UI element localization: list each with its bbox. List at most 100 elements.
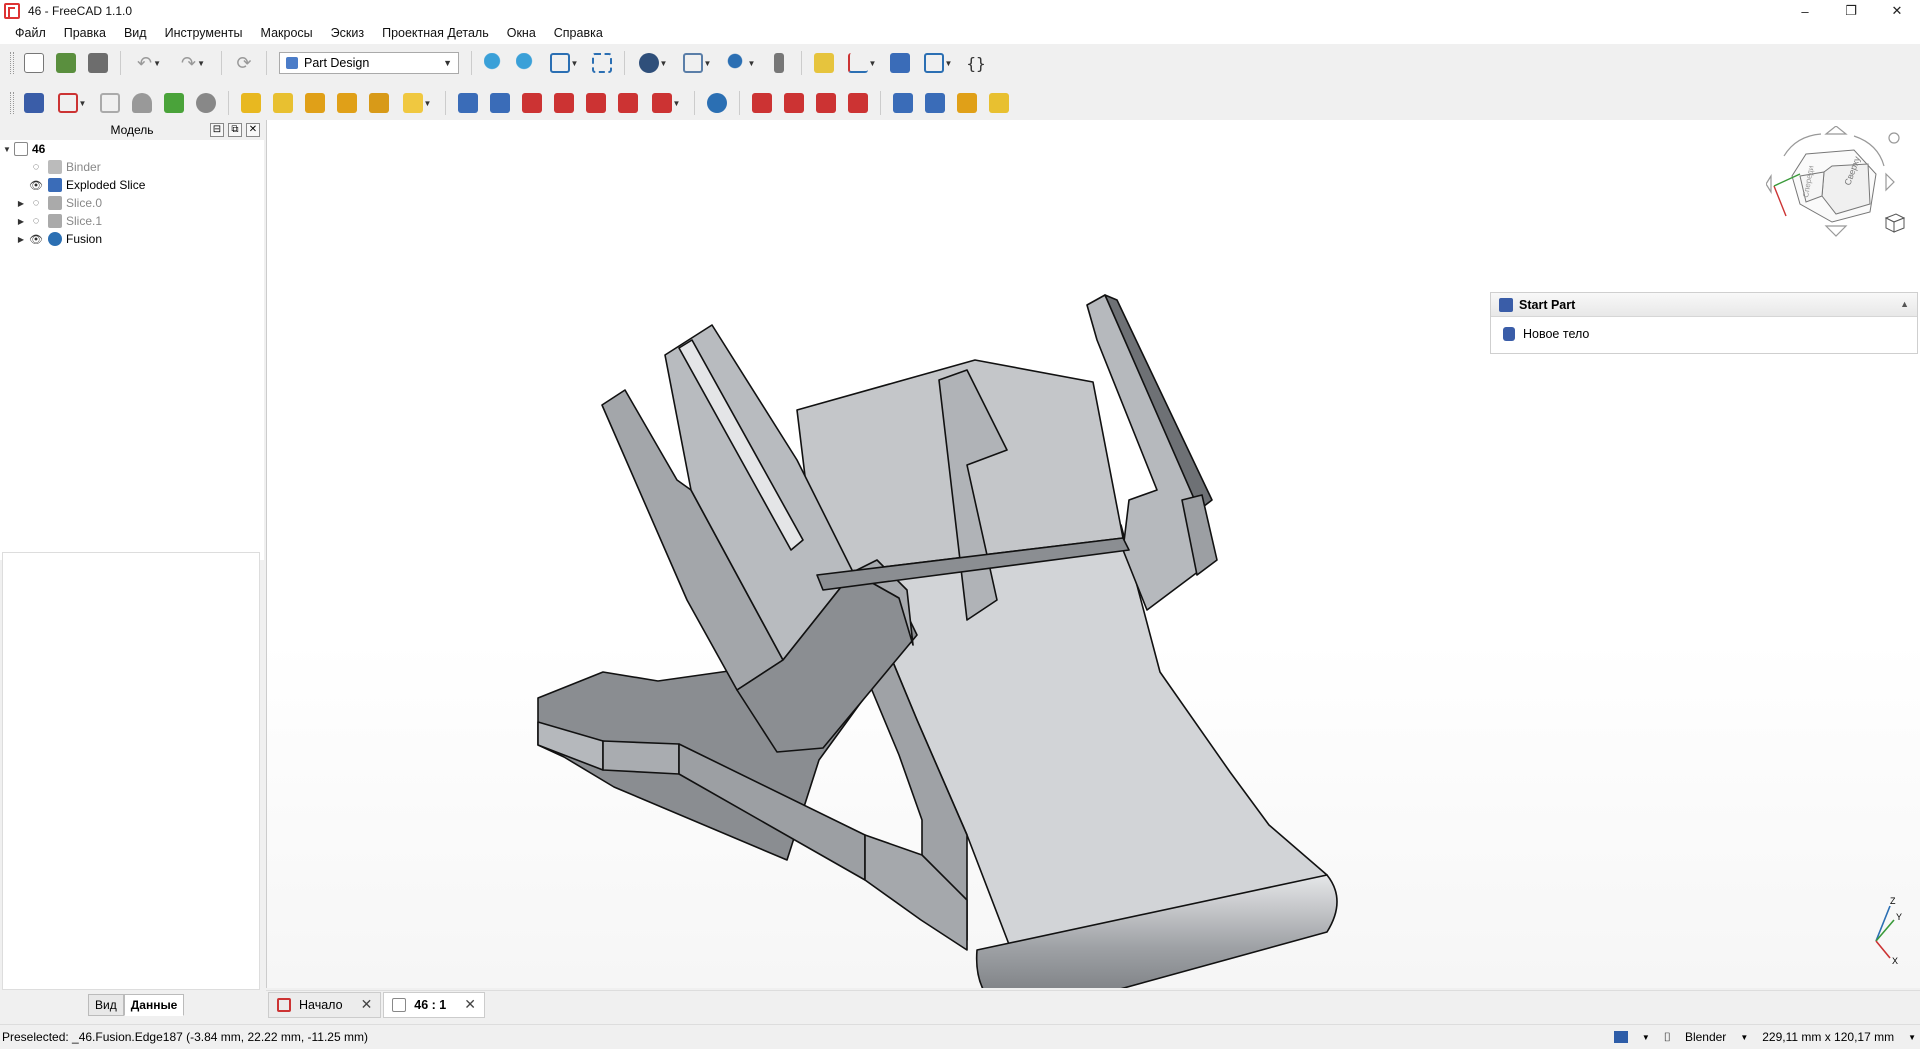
shape-binder-button[interactable] [160,89,188,117]
subtractive-pipe-button[interactable] [582,89,610,117]
navigation-cube[interactable]: Сверху Спереди [1766,126,1906,266]
linear-pattern-button[interactable] [921,89,949,117]
tree-item-slice-1[interactable]: ▶ ◌ Slice.1 [0,212,264,230]
navigation-style[interactable]: Blender [1685,1030,1726,1044]
revolution-button[interactable] [269,89,297,117]
restore-button[interactable]: ❐ [1828,0,1874,22]
link-button[interactable]: ▼ [918,49,958,77]
close-button[interactable]: ✕ [1874,0,1920,22]
tree-item-binder[interactable]: ◌ Binder [0,158,264,176]
menu-macros[interactable]: Макросы [252,22,322,44]
draft-button[interactable] [812,89,840,117]
fit-selection-button[interactable] [512,49,540,77]
hidden-eye-icon[interactable]: ◌ [28,161,44,173]
view-mode-icon[interactable] [1613,1031,1628,1043]
tree-item-document[interactable]: ▼ 46 [0,140,264,158]
menu-part-design[interactable]: Проектная Деталь [373,22,498,44]
tree-item-slice-0[interactable]: ▶ ◌ Slice.0 [0,194,264,212]
menu-sketch[interactable]: Эскиз [322,22,373,44]
thickness-button[interactable] [844,89,872,117]
expand-arrow-icon[interactable]: ▼ [0,145,14,154]
tab-label: 46 : 1 [414,997,447,1012]
expand-arrow-icon[interactable]: ▶ [14,199,28,208]
menu-windows[interactable]: Окна [498,22,545,44]
refresh-button[interactable]: ⟳ [230,49,258,77]
panel-close-button[interactable]: ✕ [246,123,260,137]
3d-viewport[interactable]: Сверху Спереди Z Y X [266,120,1920,988]
additive-primitive-button[interactable]: ▼ [397,89,437,117]
multi-transform-button[interactable] [985,89,1013,117]
menu-help[interactable]: Справка [545,22,612,44]
chevron-up-icon[interactable]: ▲ [1900,299,1909,309]
chevron-down-icon[interactable]: ▼ [1642,1033,1650,1042]
3d-model[interactable] [267,120,1920,988]
tab-start-page[interactable]: Начало ✕ [268,991,382,1018]
tree-item-exploded-slice[interactable]: 👁 Exploded Slice [0,176,264,194]
fillet-button[interactable] [748,89,776,117]
chevron-down-icon[interactable]: ▼ [1740,1033,1748,1042]
panel-collapse-button[interactable]: ⊟ [210,123,224,137]
create-part-button[interactable] [810,49,838,77]
redo-button[interactable]: ↷ ▼ [173,49,213,77]
expand-arrow-icon[interactable]: ▶ [14,235,28,244]
subtractive-helix-button[interactable] [614,89,642,117]
save-document-button[interactable] [84,49,112,77]
expand-arrow-icon[interactable]: ▶ [14,217,28,226]
menu-tools[interactable]: Инструменты [156,22,252,44]
additive-helix-button[interactable] [365,89,393,117]
groove-button[interactable] [518,89,546,117]
chevron-down-icon[interactable]: ▼ [1908,1033,1916,1042]
subshape-binder-button[interactable] [192,89,220,117]
standard-views-button[interactable]: ▼ [544,49,584,77]
tree-item-fusion[interactable]: ▶ 👁 Fusion [0,230,264,248]
menu-file[interactable]: Файл [6,22,55,44]
eye-icon[interactable]: 👁 [28,179,44,192]
status-bar: Preselected: _46.Fusion.Edge187 (-3.84 m… [0,1024,1920,1048]
task-panel-header[interactable]: Start Part ▲ [1491,293,1917,317]
mirrored-button[interactable] [889,89,917,117]
menu-view[interactable]: Вид [115,22,156,44]
pocket-button[interactable] [454,89,482,117]
polar-pattern-button[interactable] [953,89,981,117]
create-sketch-button[interactable]: ▼ [52,89,92,117]
create-body-button[interactable] [20,89,48,117]
clone-button[interactable] [128,89,156,117]
hidden-eye-icon[interactable]: ◌ [28,215,44,227]
bounding-box-button[interactable] [588,49,616,77]
hole-button[interactable] [486,89,514,117]
measure-button[interactable] [765,49,793,77]
chamfer-button[interactable] [780,89,808,117]
open-document-button[interactable] [52,49,80,77]
datum-button[interactable]: ▼ [842,49,882,77]
eye-icon[interactable]: 👁 [28,233,44,246]
toolbar-grip[interactable] [10,52,14,74]
pad-button[interactable] [237,89,265,117]
draw-style-button[interactable]: ▼ [633,49,673,77]
panel-float-button[interactable]: ⧉ [228,123,242,137]
subtractive-primitive-button[interactable]: ▼ [646,89,686,117]
additive-loft-button[interactable] [301,89,329,117]
undo-button[interactable]: ↶ ▼ [129,49,169,77]
close-icon[interactable]: ✕ [361,996,373,1013]
zoom-button[interactable]: ▼ [721,49,761,77]
new-document-button[interactable] [20,49,48,77]
view-cube-button[interactable]: ▼ [677,49,717,77]
tab-view[interactable]: Вид [88,994,124,1016]
boolean-button[interactable] [703,89,731,117]
subtractive-loft-button[interactable] [550,89,578,117]
validate-sketch-button[interactable] [96,89,124,117]
workbench-selector[interactable]: Part Design ▼ [279,52,459,74]
fit-all-button[interactable] [480,49,508,77]
python-console-button[interactable]: {} [962,49,990,77]
additive-pipe-button[interactable] [333,89,361,117]
property-editor[interactable] [2,552,260,990]
tab-document-46[interactable]: 46 : 1 ✕ [383,991,485,1018]
hidden-eye-icon[interactable]: ◌ [28,197,44,209]
close-icon[interactable]: ✕ [464,996,476,1013]
new-body-link[interactable]: Новое тело [1491,317,1917,351]
menu-edit[interactable]: Правка [55,22,115,44]
minimize-button[interactable]: – [1782,0,1828,22]
create-group-button[interactable] [886,49,914,77]
tab-data[interactable]: Данные [123,994,185,1016]
toolbar-grip[interactable] [10,92,14,114]
